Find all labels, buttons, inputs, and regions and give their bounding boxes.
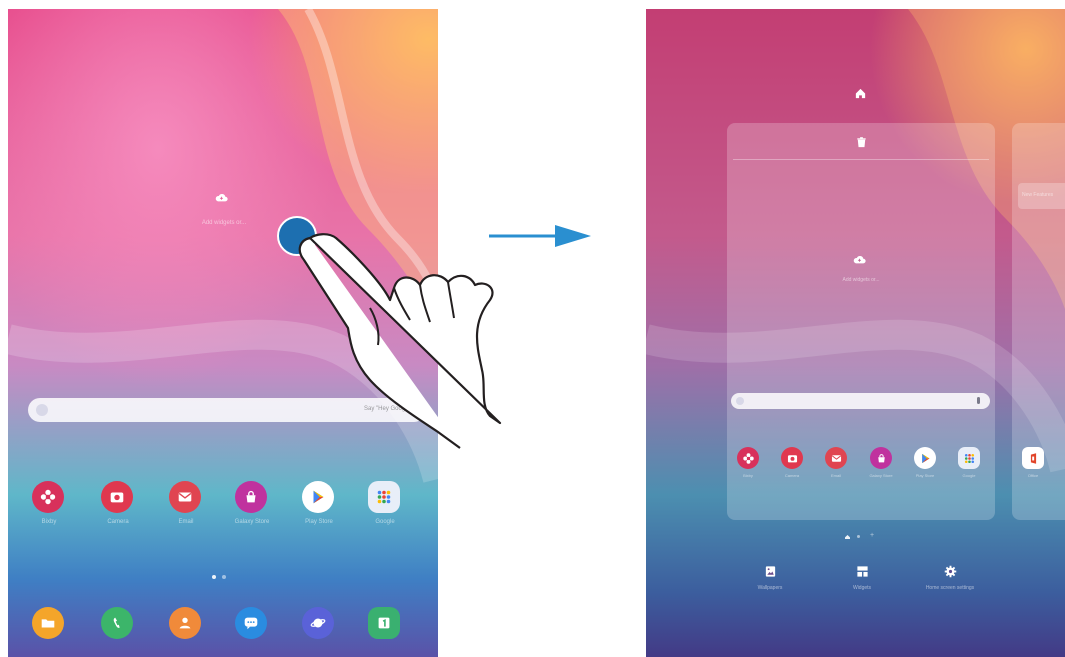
add-widget-label: Add widgets or... — [201, 220, 247, 226]
app-label: Bixby — [743, 473, 753, 478]
app-label: Camera — [784, 473, 800, 478]
google-folder-icon[interactable] — [958, 447, 980, 469]
galaxy-store-app-icon[interactable] — [870, 447, 892, 469]
home-icon[interactable] — [849, 82, 871, 104]
app-label: Bixby — [41, 519, 57, 525]
app-label: Galaxy Store — [869, 473, 893, 478]
panel-divider — [733, 159, 989, 160]
app-label: Google — [962, 473, 976, 478]
app-label: Camera — [107, 519, 129, 525]
my-files-app-icon[interactable] — [32, 607, 64, 639]
internet-app-icon[interactable] — [302, 607, 334, 639]
app-label: Email — [178, 519, 194, 525]
app-label: Google — [375, 519, 395, 525]
peek-widget: New Features — [1018, 183, 1065, 209]
home-page-panel[interactable]: Add widgets or... Bixby Camera Email Gal… — [727, 123, 995, 520]
widgets-label: Widgets — [852, 585, 872, 591]
google-icon — [736, 397, 744, 405]
galaxy-store-app-icon[interactable] — [235, 481, 267, 513]
page-indicator-dot — [857, 535, 860, 538]
peek-label: New Features — [1022, 192, 1054, 198]
search-bar[interactable] — [731, 393, 990, 409]
bixby-app-icon[interactable] — [32, 481, 64, 513]
app-label: Play Store — [305, 519, 333, 525]
app-label: Office — [1027, 473, 1039, 478]
tap-gesture-illustration — [277, 216, 502, 449]
arrow-right-icon — [489, 225, 591, 247]
page-indicator-home — [845, 535, 850, 539]
calendar-app-icon[interactable] — [368, 607, 400, 639]
next-page-panel[interactable]: New Features Office — [1012, 123, 1065, 520]
play-store-app-icon[interactable] — [914, 447, 936, 469]
add-page-indicator: + — [870, 532, 875, 539]
app-label: Play Store — [915, 473, 935, 478]
office-app-icon[interactable] — [1022, 447, 1044, 469]
camera-app-icon[interactable] — [101, 481, 133, 513]
contacts-app-icon[interactable] — [169, 607, 201, 639]
phone-app-icon[interactable] — [101, 607, 133, 639]
cloud-add-icon[interactable] — [204, 183, 238, 211]
messages-app-icon[interactable] — [235, 607, 267, 639]
cloud-add-icon[interactable] — [846, 248, 872, 270]
page-indicator-dot — [222, 575, 226, 579]
widgets-icon[interactable] — [851, 560, 873, 582]
email-app-icon[interactable] — [825, 447, 847, 469]
bixby-app-icon[interactable] — [737, 447, 759, 469]
app-label: Galaxy Store — [234, 519, 270, 525]
camera-app-icon[interactable] — [781, 447, 803, 469]
add-widget-label: Add widgets or... — [842, 277, 880, 283]
google-icon — [36, 404, 48, 416]
trash-icon[interactable] — [850, 131, 872, 153]
email-app-icon[interactable] — [169, 481, 201, 513]
gear-icon[interactable] — [939, 560, 961, 582]
mic-icon — [977, 397, 980, 404]
home-settings-label: Home screen settings — [925, 585, 975, 591]
hand-icon — [298, 233, 502, 449]
right-edit-mode-screen: Add widgets or... Bixby Camera Email Gal… — [646, 9, 1065, 657]
wallpapers-label: Wallpapers — [757, 585, 783, 591]
wallpapers-icon[interactable] — [759, 560, 781, 582]
app-label: Email — [830, 473, 841, 478]
page-indicator-home — [212, 575, 216, 579]
